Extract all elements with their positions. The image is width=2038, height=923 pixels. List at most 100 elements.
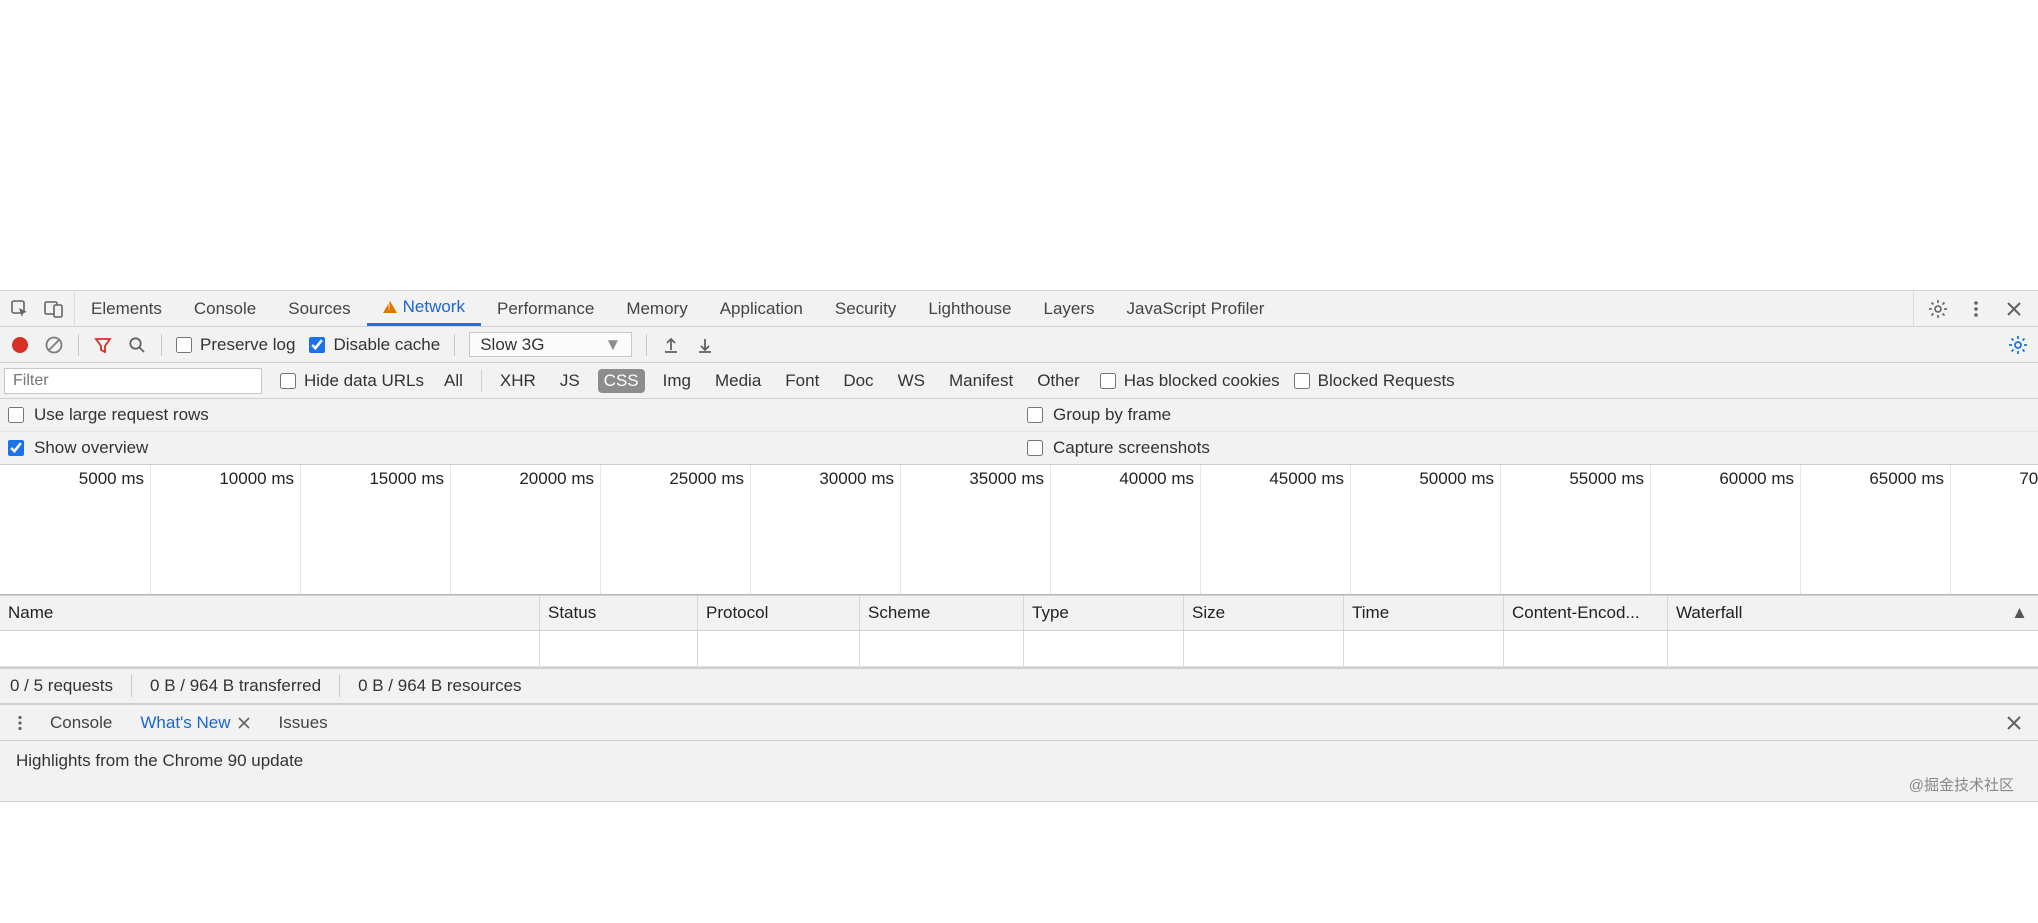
timeline-tick: 25000 ms: [750, 465, 751, 594]
timeline-tick-label: 10000 ms: [219, 469, 294, 489]
divider: [646, 334, 647, 356]
tab-layers[interactable]: Layers: [1028, 291, 1111, 326]
filter-type-media[interactable]: Media: [709, 369, 767, 393]
record-icon[interactable]: [10, 335, 30, 355]
group-by-frame-label: Group by frame: [1053, 405, 1171, 425]
show-overview-checkbox[interactable]: Show overview: [0, 431, 1019, 464]
divider: [481, 370, 482, 392]
th-time[interactable]: Time: [1344, 596, 1504, 630]
timeline-tick: 15000 ms: [450, 465, 451, 594]
tab-application[interactable]: Application: [704, 291, 819, 326]
chevron-down-icon: ▼: [604, 335, 621, 355]
filter-type-all[interactable]: All: [438, 369, 469, 393]
close-icon[interactable]: [2004, 299, 2024, 319]
import-har-icon[interactable]: [661, 335, 681, 355]
timeline-tick: 40000 ms: [1200, 465, 1201, 594]
th-size[interactable]: Size: [1184, 596, 1344, 630]
filter-type-js[interactable]: JS: [554, 369, 586, 393]
th-type[interactable]: Type: [1024, 596, 1184, 630]
close-icon[interactable]: [2004, 713, 2024, 733]
tab-javascript-profiler[interactable]: JavaScript Profiler: [1111, 291, 1281, 326]
drawer-tab-issues[interactable]: Issues: [265, 713, 342, 733]
tab-console[interactable]: Console: [178, 291, 272, 326]
network-settings-icon[interactable]: [2008, 335, 2028, 355]
timeline-tick: 50000 ms: [1500, 465, 1501, 594]
th-waterfall[interactable]: Waterfall ▲: [1668, 596, 2038, 630]
filter-type-other[interactable]: Other: [1031, 369, 1086, 393]
timeline-tick: 30000 ms: [900, 465, 901, 594]
use-large-rows-checkbox[interactable]: Use large request rows: [0, 399, 1019, 431]
timeline-tick-label: 5000 ms: [79, 469, 144, 489]
filter-type-xhr[interactable]: XHR: [494, 369, 542, 393]
timeline-tick: 10000 ms: [300, 465, 301, 594]
network-table: Name Status Protocol Scheme Type Size Ti…: [0, 595, 2038, 668]
filter-input[interactable]: [4, 368, 262, 394]
th-status[interactable]: Status: [540, 596, 698, 630]
filter-icon[interactable]: [93, 335, 113, 355]
timeline-tick: 65000 ms: [1950, 465, 1951, 594]
hide-data-urls-label: Hide data URLs: [304, 371, 424, 391]
filter-bar: Hide data URLs All XHR JS CSS Img Media Font Do…: [0, 363, 2038, 399]
drawer-tab-what-s-new[interactable]: What's New: [126, 713, 264, 733]
timeline-tick: 35000 ms: [1050, 465, 1051, 594]
th-content-encoding[interactable]: Content-Encod...: [1504, 596, 1668, 630]
tab-security[interactable]: Security: [819, 291, 912, 326]
preserve-log-label: Preserve log: [200, 335, 295, 355]
watermark-text: @掘金技术社区: [1909, 774, 2014, 795]
drawer-headline: Highlights from the Chrome 90 update: [16, 751, 2022, 771]
use-large-rows-label: Use large request rows: [34, 405, 209, 425]
blocked-requests-checkbox[interactable]: Blocked Requests: [1294, 371, 1455, 391]
timeline-tick-label: 30000 ms: [819, 469, 894, 489]
tab-performance[interactable]: Performance: [481, 291, 610, 326]
divider: [339, 675, 340, 697]
view-options: Use large request rows Group by frame Sh…: [0, 399, 2038, 465]
export-har-icon[interactable]: [695, 335, 715, 355]
th-name[interactable]: Name: [0, 596, 540, 630]
status-requests: 0 / 5 requests: [10, 676, 113, 696]
timeline-tick-label: 60000 ms: [1719, 469, 1794, 489]
timeline-overview[interactable]: 5000 ms 10000 ms 15000 ms 20000 ms 25000 ms 3…: [0, 465, 2038, 595]
clear-icon[interactable]: [44, 335, 64, 355]
table-header-row: Name Status Protocol Scheme Type Size Ti…: [0, 595, 2038, 631]
divider: [454, 334, 455, 356]
filter-type-ws[interactable]: WS: [892, 369, 931, 393]
drawer-body: Highlights from the Chrome 90 update @掘金…: [0, 741, 2038, 802]
inspect-icon[interactable]: [10, 299, 30, 319]
timeline-tick-label: 25000 ms: [669, 469, 744, 489]
has-blocked-cookies-label: Has blocked cookies: [1124, 371, 1280, 391]
disable-cache-checkbox[interactable]: Disable cache: [309, 335, 440, 355]
tab-memory[interactable]: Memory: [610, 291, 703, 326]
has-blocked-cookies-checkbox[interactable]: Has blocked cookies: [1100, 371, 1280, 391]
filter-type-doc[interactable]: Doc: [837, 369, 879, 393]
timeline-tick: 20000 ms: [600, 465, 601, 594]
group-by-frame-checkbox[interactable]: Group by frame: [1019, 399, 2038, 431]
search-icon[interactable]: [127, 335, 147, 355]
tab-elements[interactable]: Elements: [75, 291, 178, 326]
filter-type-css[interactable]: CSS: [598, 369, 645, 393]
tab-sources[interactable]: Sources: [272, 291, 366, 326]
close-icon[interactable]: [237, 716, 251, 730]
timeline-tick: 45000 ms: [1350, 465, 1351, 594]
filter-type-img[interactable]: Img: [657, 369, 697, 393]
kebab-icon[interactable]: [1966, 299, 1986, 319]
preserve-log-checkbox[interactable]: Preserve log: [176, 335, 295, 355]
filter-type-manifest[interactable]: Manifest: [943, 369, 1019, 393]
kebab-icon[interactable]: [10, 713, 30, 733]
th-scheme[interactable]: Scheme: [860, 596, 1024, 630]
throttling-select[interactable]: Slow 3G ▼: [469, 332, 632, 357]
table-row-empty: [0, 631, 2038, 667]
drawer-tab-console[interactable]: Console: [36, 713, 126, 733]
th-protocol[interactable]: Protocol: [698, 596, 860, 630]
hide-data-urls-checkbox[interactable]: Hide data URLs: [280, 371, 424, 391]
gear-icon[interactable]: [1928, 299, 1948, 319]
device-toggle-icon[interactable]: [44, 299, 64, 319]
tab-lighthouse[interactable]: Lighthouse: [912, 291, 1027, 326]
tab-network[interactable]: Network: [367, 291, 481, 326]
timeline-tick-label: 15000 ms: [369, 469, 444, 489]
timeline-tick: 55000 ms: [1650, 465, 1651, 594]
timeline-tick-label: 70000 ms: [2019, 469, 2038, 489]
filter-type-font[interactable]: Font: [779, 369, 825, 393]
capture-screenshots-checkbox[interactable]: Capture screenshots: [1019, 431, 2038, 464]
divider: [161, 334, 162, 356]
blocked-requests-label: Blocked Requests: [1318, 371, 1455, 391]
